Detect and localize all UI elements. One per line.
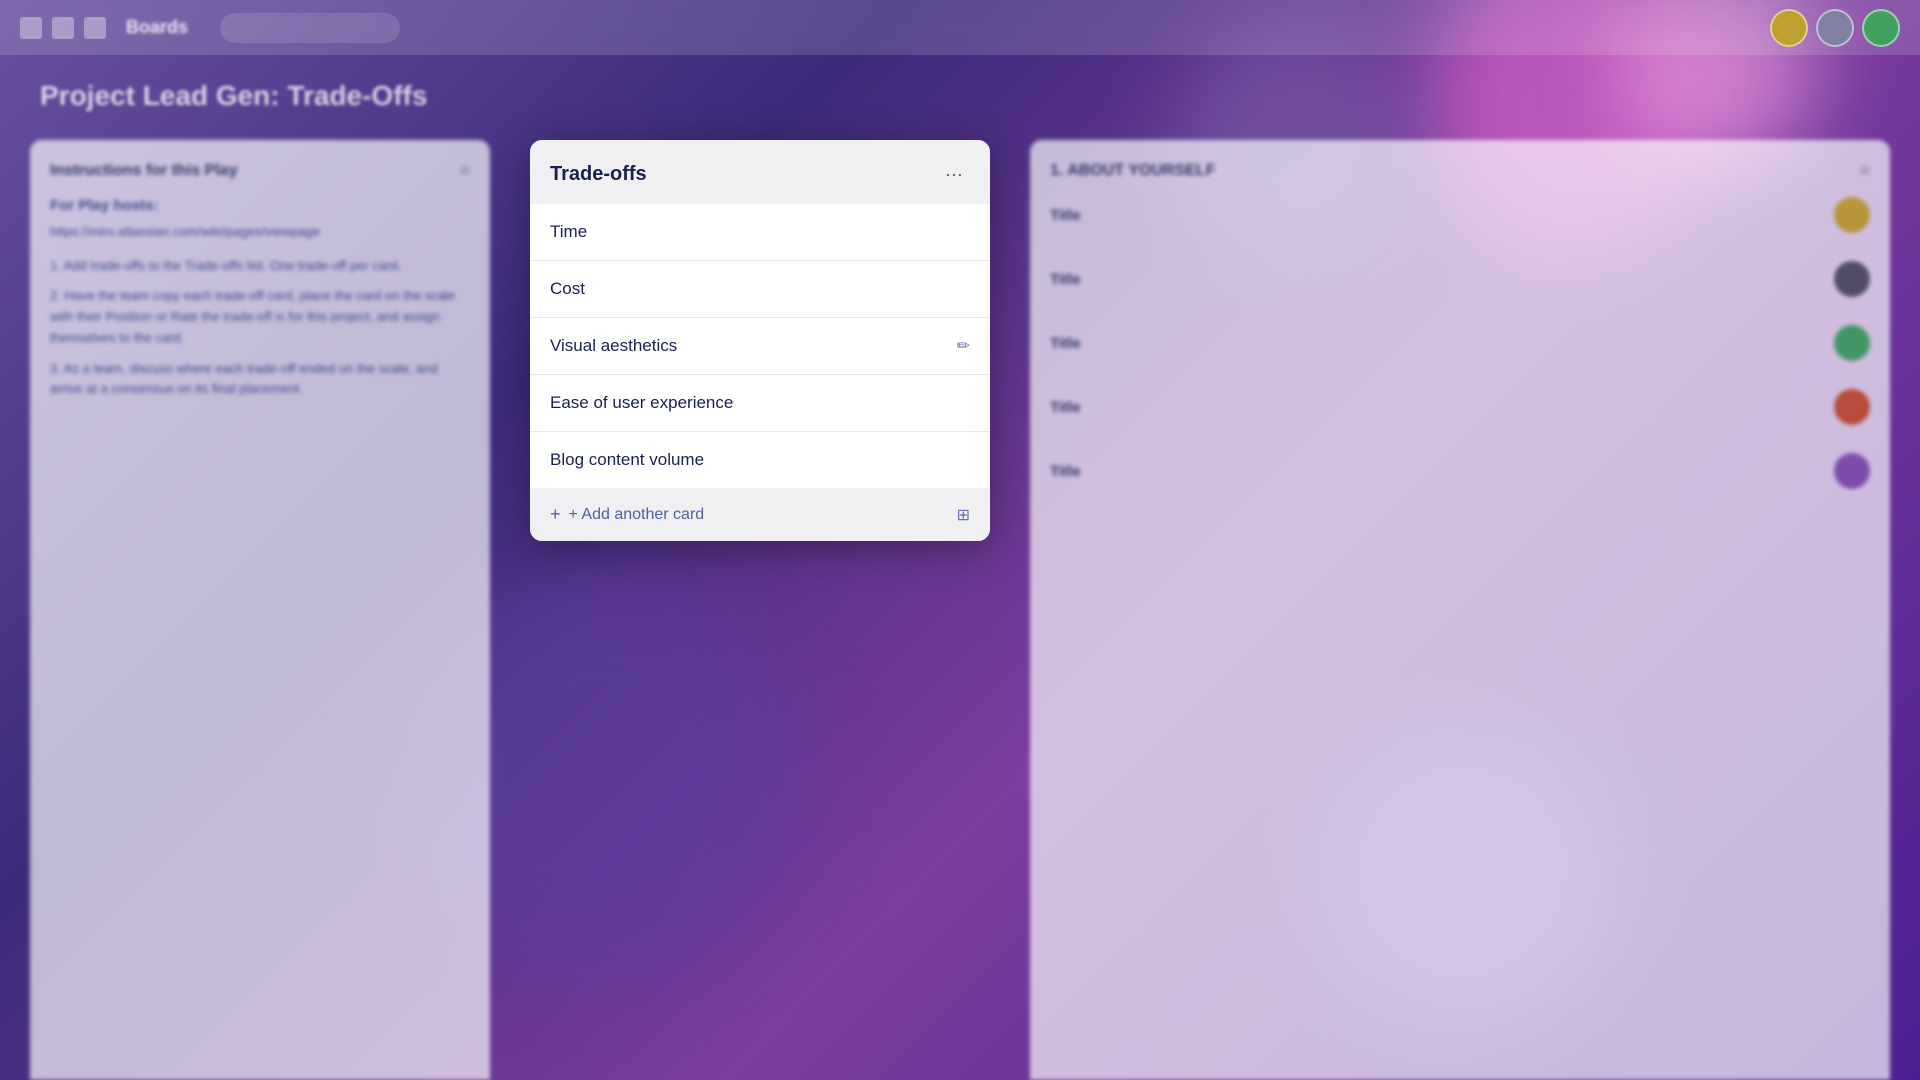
card-item-cost-text: Cost (550, 279, 585, 299)
right-avatar-4 (1834, 389, 1870, 425)
avatar-1[interactable] (1770, 9, 1808, 47)
content-area: Instructions for this Play ≡ For Play ho… (0, 140, 1920, 1080)
right-item-title-1: Title (1050, 207, 1081, 224)
left-col-header: Instructions for this Play ≡ (50, 160, 470, 181)
card-item-blog-content-text: Blog content volume (550, 450, 704, 470)
card-item-time-text: Time (550, 222, 587, 242)
boards-icon[interactable] (84, 17, 106, 39)
card-item-visual-aesthetics[interactable]: Visual aesthetics ✏ (530, 318, 990, 375)
card-item-ease-ux[interactable]: Ease of user experience ✏ (530, 375, 990, 432)
left-column: Instructions for this Play ≡ For Play ho… (30, 140, 490, 1080)
center-column: Trade-offs ··· Time ✏ Cost ✏ Visual aest… (530, 140, 990, 1080)
template-icon: ⊞ (957, 505, 970, 525)
top-bar: Boards (0, 0, 1920, 55)
left-section-title: For Play hosts: (50, 197, 470, 214)
left-col-title: Instructions for this Play (50, 162, 238, 180)
card-item-time[interactable]: Time ✏ (530, 204, 990, 261)
card-title: Trade-offs (550, 163, 647, 186)
card-menu-button[interactable]: ··· (938, 158, 970, 190)
avatar-2[interactable] (1816, 9, 1854, 47)
right-item-4: Title (1050, 389, 1870, 425)
card-item-blog-content[interactable]: Blog content volume ✏ (530, 432, 990, 488)
right-item-title-3: Title (1050, 335, 1081, 352)
app-title: Boards (126, 17, 188, 38)
right-col-header: 1. ABOUT YOURSELF ≡ (1050, 160, 1870, 181)
left-instruction-3: 3. As a team, discuss where each trade-o… (50, 359, 470, 401)
card-header: Trade-offs ··· (530, 140, 990, 204)
right-avatar-5 (1834, 453, 1870, 489)
right-avatar-3 (1834, 325, 1870, 361)
right-item-title-4: Title (1050, 399, 1081, 416)
right-avatar-1 (1834, 197, 1870, 233)
card-item-cost[interactable]: Cost ✏ (530, 261, 990, 318)
add-icon: + (550, 504, 561, 525)
page-title: Project Lead Gen: Trade-Offs (40, 80, 427, 112)
right-avatar-2 (1834, 261, 1870, 297)
edit-icon-visual-aesthetics: ✏ (957, 336, 970, 356)
right-item-title-2: Title (1050, 271, 1081, 288)
right-item-5: Title (1050, 453, 1870, 489)
card-item-ease-ux-text: Ease of user experience (550, 393, 733, 413)
card-items-list: Time ✏ Cost ✏ Visual aesthetics ✏ Ease o… (530, 204, 990, 488)
home-icon[interactable] (52, 17, 74, 39)
left-instruction-1: 1. Add trade-offs to the Trade-offs list… (50, 256, 470, 277)
right-column: 1. ABOUT YOURSELF ≡ Title Title Title Ti… (1030, 140, 1890, 1080)
trade-offs-card: Trade-offs ··· Time ✏ Cost ✏ Visual aest… (530, 140, 990, 541)
menu-icon[interactable] (20, 17, 42, 39)
top-bar-right (1770, 9, 1900, 47)
right-item-1: Title (1050, 197, 1870, 233)
left-instruction-2: 2. Have the team copy each trade-off car… (50, 286, 470, 348)
right-item-title-5: Title (1050, 463, 1081, 480)
search-bar[interactable] (220, 13, 400, 43)
right-item-3: Title (1050, 325, 1870, 361)
toolbar-icons (20, 17, 106, 39)
page-title-bar: Project Lead Gen: Trade-Offs (40, 80, 427, 112)
right-col-menu-icon: ≡ (1859, 160, 1870, 181)
right-col-title: 1. ABOUT YOURSELF (1050, 162, 1215, 180)
right-item-2: Title (1050, 261, 1870, 297)
avatar-3[interactable] (1862, 9, 1900, 47)
left-link-text: https://miro.atlassian.com/wiki/pages/vi… (50, 222, 470, 242)
add-card-row[interactable]: + + Add another card ⊞ (530, 488, 990, 541)
add-card-label: + + Add another card (550, 504, 704, 525)
card-item-visual-aesthetics-text: Visual aesthetics (550, 336, 677, 356)
left-col-menu-icon: ≡ (459, 160, 470, 181)
